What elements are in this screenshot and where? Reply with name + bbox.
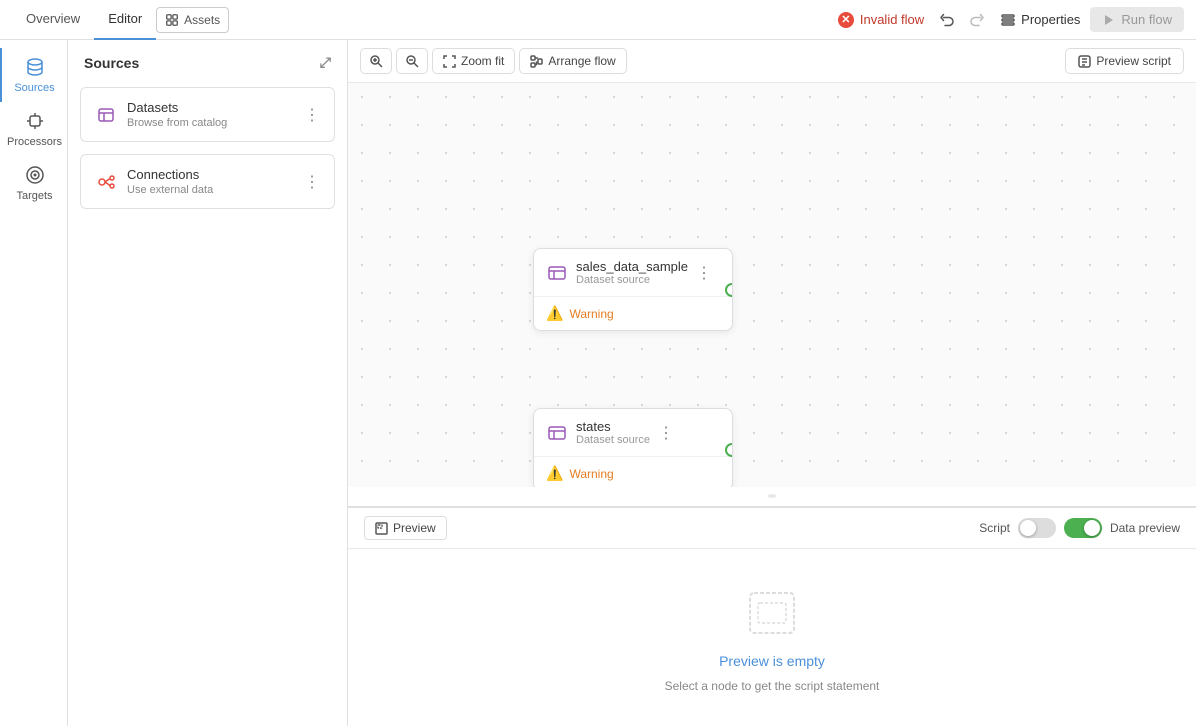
zoom-out-button[interactable] — [396, 48, 428, 74]
empty-preview-icon — [742, 583, 802, 643]
node2-warning: ⚠️ Warning — [534, 457, 732, 487]
assets-icon — [165, 13, 179, 27]
node1-header: sales_data_sample Dataset source ⋮ — [534, 249, 732, 297]
sidebar-item-sources[interactable]: Sources — [0, 48, 67, 102]
preview-tab-button[interactable]: Preview — [364, 516, 447, 540]
preview-empty: Preview is empty Select a node to get th… — [348, 549, 1196, 726]
sources-icon — [24, 56, 46, 78]
invalid-flow-button[interactable]: ✕ Invalid flow — [828, 8, 934, 32]
warning2-icon: ⚠️ — [546, 465, 563, 482]
connections-icon — [95, 171, 117, 193]
toggle-group: Script Data preview — [979, 518, 1180, 538]
expand-icon[interactable]: ⤢ — [320, 54, 331, 71]
datasets-menu-icon[interactable]: ⋮ — [304, 105, 320, 125]
node2-connector[interactable] — [725, 443, 733, 457]
drag-handle[interactable]: ═ — [348, 487, 1196, 506]
zoom-in-button[interactable] — [360, 48, 392, 74]
node1-icon — [546, 262, 568, 284]
arrange-flow-button[interactable]: Arrange flow — [519, 48, 626, 74]
datasets-text: Datasets Browse from catalog — [127, 100, 294, 129]
data-preview-toggle[interactable] — [1064, 518, 1102, 538]
top-nav: Overview Editor Assets ✕ Invalid flow Pr… — [0, 0, 1196, 40]
node1-warning: ⚠️ Warning — [534, 297, 732, 330]
zoom-fit-button[interactable]: Zoom fit — [432, 48, 515, 74]
canvas-body[interactable]: sales_data_sample Dataset source ⋮ ⚠️ Wa… — [348, 83, 1196, 487]
main-area: Sources Processors Targets Sources ⤢ — [0, 40, 1196, 726]
datasets-card[interactable]: Datasets Browse from catalog ⋮ — [80, 87, 335, 142]
sources-panel: Sources ⤢ Datasets Browse from catalog ⋮ — [68, 40, 348, 726]
flow-node-states[interactable]: states Dataset source ⋮ ⚠️ Warning — [533, 408, 733, 487]
processors-icon — [24, 110, 46, 132]
bottom-area: Preview Script Data preview — [348, 506, 1196, 726]
canvas-area: Zoom fit Arrange flow Preview script — [348, 40, 1196, 726]
flow-node-sales[interactable]: sales_data_sample Dataset source ⋮ ⚠️ Wa… — [533, 248, 733, 331]
left-sidebar: Sources Processors Targets — [0, 40, 68, 726]
properties-button[interactable]: Properties — [990, 8, 1090, 32]
tab-editor[interactable]: Editor — [94, 0, 156, 40]
panel-header: Sources ⤢ — [68, 40, 347, 81]
tab-assets[interactable]: Assets — [156, 7, 229, 33]
node2-menu[interactable]: ⋮ — [658, 423, 674, 443]
warning1-icon: ⚠️ — [546, 305, 563, 322]
invalid-icon: ✕ — [838, 12, 854, 28]
node1-text: sales_data_sample Dataset source — [576, 259, 688, 286]
node1-menu[interactable]: ⋮ — [696, 263, 712, 283]
node1-connector[interactable] — [725, 283, 733, 297]
connections-card[interactable]: Connections Use external data ⋮ — [80, 154, 335, 209]
canvas-toolbar: Zoom fit Arrange flow Preview script — [348, 40, 1196, 83]
node2-header: states Dataset source ⋮ — [534, 409, 732, 457]
bottom-toolbar: Preview Script Data preview — [348, 508, 1196, 549]
connections-text: Connections Use external data — [127, 167, 294, 196]
preview-script-button[interactable]: Preview script — [1065, 48, 1184, 74]
targets-icon — [24, 164, 46, 186]
sidebar-item-processors[interactable]: Processors — [0, 102, 67, 156]
node2-icon — [546, 422, 568, 444]
datasets-icon — [95, 104, 117, 126]
script-toggle[interactable] — [1018, 518, 1056, 538]
run-flow-button[interactable]: Run flow — [1090, 7, 1184, 32]
connections-menu-icon[interactable]: ⋮ — [304, 172, 320, 192]
undo-button[interactable] — [934, 8, 962, 32]
redo-button[interactable] — [962, 8, 990, 32]
sidebar-item-targets[interactable]: Targets — [0, 156, 67, 210]
node2-text: states Dataset source — [576, 419, 650, 446]
tab-overview[interactable]: Overview — [12, 0, 94, 40]
